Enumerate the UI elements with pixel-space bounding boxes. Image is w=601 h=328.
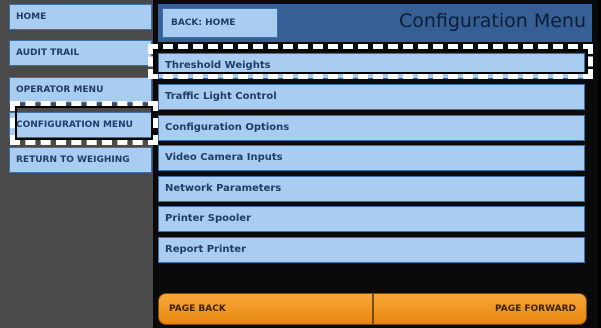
header-bar: BACK: HOME Configuration Menu (158, 4, 592, 42)
sidebar: HOME AUDIT TRAIL OPERATOR MENU CONFIGURA… (0, 0, 153, 328)
back-home-button[interactable]: BACK: HOME (162, 8, 278, 38)
screen: HOME AUDIT TRAIL OPERATOR MENU CONFIGURA… (0, 0, 601, 328)
page-back-button[interactable]: PAGE BACK (158, 293, 373, 325)
sidebar-item-audit-trail[interactable]: AUDIT TRAIL (9, 40, 152, 66)
menu-item-threshold-weights[interactable]: Threshold Weights (158, 53, 585, 79)
page-forward-button[interactable]: PAGE FORWARD (373, 293, 587, 325)
sidebar-item-operator-menu[interactable]: OPERATOR MENU (9, 77, 152, 103)
menu-item-printer-spooler[interactable]: Printer Spooler (158, 206, 585, 232)
sidebar-item-configuration-menu[interactable]: CONFIGURATION MENU (9, 112, 152, 138)
menu-item-network-parameters[interactable]: Network Parameters (158, 176, 585, 202)
menu-item-configuration-options[interactable]: Configuration Options (158, 115, 585, 141)
main-panel: BACK: HOME Configuration Menu Threshold … (153, 0, 598, 328)
sidebar-item-home[interactable]: HOME (9, 4, 152, 30)
menu-item-video-camera-inputs[interactable]: Video Camera Inputs (158, 145, 585, 171)
page-title: Configuration Menu (398, 10, 586, 32)
sidebar-item-return-to-weighing[interactable]: RETURN TO WEIGHING (9, 147, 152, 173)
menu-item-report-printer[interactable]: Report Printer (158, 237, 585, 263)
menu-item-traffic-light-control[interactable]: Traffic Light Control (158, 84, 585, 110)
